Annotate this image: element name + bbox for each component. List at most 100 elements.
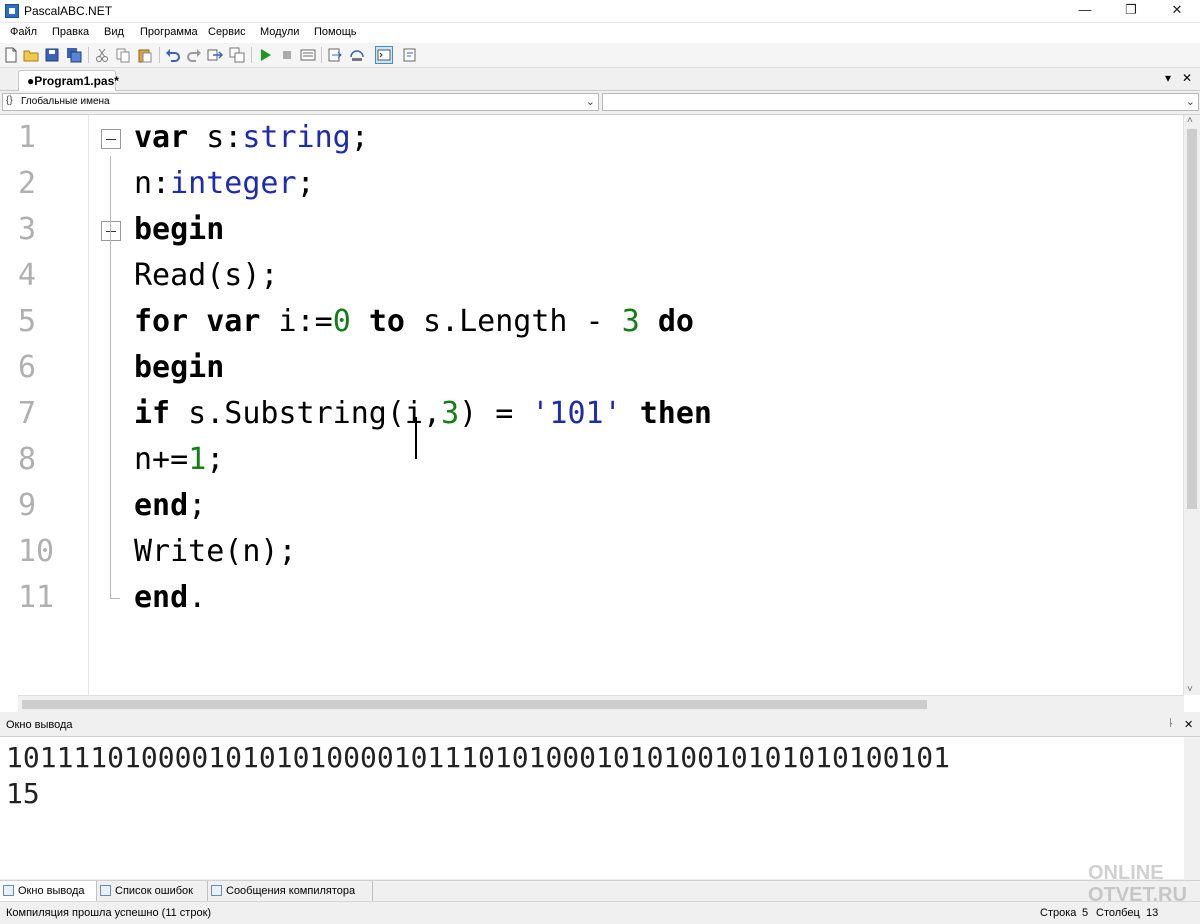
code-editor[interactable]: 1 2 3 4 5 6 7 8 9 10 11 var s:string; n:… xyxy=(0,114,1200,713)
cut-icon[interactable] xyxy=(94,47,110,63)
code-token-kw: then xyxy=(639,396,712,431)
tab-output-window[interactable]: Окно вывода xyxy=(0,881,97,901)
code-line: n:integer; xyxy=(134,166,315,201)
code-token-kw: do xyxy=(657,304,694,339)
tab-compiler-messages[interactable]: Сообщения компилятора xyxy=(208,881,373,901)
member-combobox[interactable]: ⌄ xyxy=(602,93,1199,111)
pin-icon[interactable]: ᚿ xyxy=(1168,718,1174,729)
replace-icon[interactable] xyxy=(229,47,245,63)
scrollbar-thumb[interactable] xyxy=(22,700,927,709)
output-panel-title: Окно вывода xyxy=(6,719,73,731)
code-token: Write(n); xyxy=(134,534,297,569)
code-token-kw: end xyxy=(134,488,189,523)
code-line: var s:string; xyxy=(134,120,369,155)
code-token-ty: string xyxy=(242,120,351,155)
line-number: 5 xyxy=(18,304,37,339)
code-line: for var i:=0 to s.Length - 3 do xyxy=(134,304,694,339)
toolbar-separator xyxy=(321,47,322,63)
fold-toggle-icon[interactable] xyxy=(101,221,121,241)
scrollbar-thumb[interactable] xyxy=(1187,129,1197,509)
editor-horizontal-scrollbar[interactable] xyxy=(18,695,1184,713)
step-over-icon[interactable] xyxy=(349,47,365,63)
toolbar-separator xyxy=(159,47,160,63)
menu-view[interactable]: Вид xyxy=(104,26,124,38)
output-window[interactable]: 1011110100001010101000010111010100010101… xyxy=(0,737,1200,879)
fold-toggle-icon[interactable] xyxy=(101,129,121,149)
code-token: Read(s); xyxy=(134,258,279,293)
compiler-messages-icon xyxy=(211,885,222,896)
output-vertical-scrollbar[interactable] xyxy=(1184,737,1200,879)
watermark-logo: ONLINE OTVET.RU xyxy=(1088,862,1187,906)
menu-service[interactable]: Сервис xyxy=(208,26,246,38)
chevron-down-icon: ⌄ xyxy=(1185,96,1195,108)
code-token: s: xyxy=(188,120,243,155)
tab-label: Сообщения компилятора xyxy=(226,885,356,897)
code-line: begin xyxy=(134,350,224,385)
code-token: . xyxy=(188,580,207,615)
new-file-icon[interactable] xyxy=(3,47,19,63)
chevron-down-icon: ⌄ xyxy=(585,96,595,108)
line-number: 11 xyxy=(18,580,55,615)
line-number: 10 xyxy=(18,534,55,569)
scroll-up-arrow-icon[interactable]: ˄ xyxy=(1187,115,1193,126)
code-token-num: 0 xyxy=(332,304,351,339)
code-token: n+= xyxy=(134,442,189,477)
tab-error-list[interactable]: Список ошибок xyxy=(97,881,208,901)
code-line: end; xyxy=(134,488,206,523)
code-token-kw: begin xyxy=(134,350,225,385)
save-all-icon[interactable] xyxy=(66,47,82,63)
format-code-icon[interactable] xyxy=(402,47,418,63)
editor-vertical-scrollbar[interactable]: ˄ ˅ xyxy=(1183,115,1200,695)
run-icon[interactable] xyxy=(257,47,273,63)
step-into-icon[interactable] xyxy=(327,47,343,63)
code-token-num: 3 xyxy=(441,396,460,431)
status-message: Компиляция прошла успешно (11 строк) xyxy=(6,907,212,919)
find-icon[interactable] xyxy=(207,47,223,63)
tab-program1[interactable]: ●Program1.pas* xyxy=(18,70,119,91)
code-token: ; xyxy=(206,442,225,477)
compile-icon[interactable] xyxy=(300,47,316,63)
code-token-kw: to xyxy=(368,304,405,339)
menu-modules[interactable]: Модули xyxy=(260,26,299,38)
text-cursor xyxy=(415,417,417,459)
code-line: Read(s); xyxy=(134,258,279,293)
stop-icon[interactable] xyxy=(279,47,295,63)
code-token: ) = xyxy=(459,396,532,431)
paste-icon[interactable] xyxy=(137,47,153,63)
bottom-tabs: Окно вывода Список ошибок Сообщения комп… xyxy=(0,880,1200,902)
scroll-down-arrow-icon[interactable]: ˅ xyxy=(1187,684,1193,695)
output-window-icon[interactable] xyxy=(375,46,393,64)
open-file-icon[interactable] xyxy=(23,47,39,63)
undo-icon[interactable] xyxy=(165,47,181,63)
save-icon[interactable] xyxy=(44,47,60,63)
code-token-kw: if xyxy=(134,396,171,431)
menu-file[interactable]: Файл xyxy=(10,26,37,38)
copy-icon[interactable] xyxy=(115,47,131,63)
tab-label: Окно вывода xyxy=(18,885,85,897)
maximize-button[interactable]: ❐ xyxy=(1108,0,1154,22)
code-line: end. xyxy=(134,580,206,615)
close-panel-button[interactable]: ✕ xyxy=(1184,718,1193,731)
close-tab-button[interactable]: ✕ xyxy=(1182,71,1192,85)
line-number-gutter: 1 2 3 4 5 6 7 8 9 10 11 xyxy=(0,115,89,695)
scope-combobox[interactable]: {} Глобальные имена ⌄ xyxy=(2,93,599,111)
redo-icon[interactable] xyxy=(186,47,202,63)
output-line: 15 xyxy=(6,777,40,810)
code-token-num: 1 xyxy=(188,442,207,477)
close-button[interactable]: ✕ xyxy=(1154,0,1200,22)
code-token: n: xyxy=(134,166,171,201)
menu-help[interactable]: Помощь xyxy=(314,26,357,38)
app-icon xyxy=(5,4,19,18)
menu-program[interactable]: Программа xyxy=(140,26,198,38)
line-number: 9 xyxy=(18,488,37,523)
code-token: i:= xyxy=(260,304,333,339)
tab-list-dropdown[interactable]: ▾ xyxy=(1165,71,1171,85)
minimize-button[interactable]: — xyxy=(1062,0,1108,22)
code-token: ; xyxy=(188,488,207,523)
code-token: ; xyxy=(296,166,315,201)
code-token: ; xyxy=(350,120,369,155)
error-list-icon xyxy=(100,885,111,896)
menu-edit[interactable]: Правка xyxy=(52,26,89,38)
toolbar-separator xyxy=(88,47,89,63)
